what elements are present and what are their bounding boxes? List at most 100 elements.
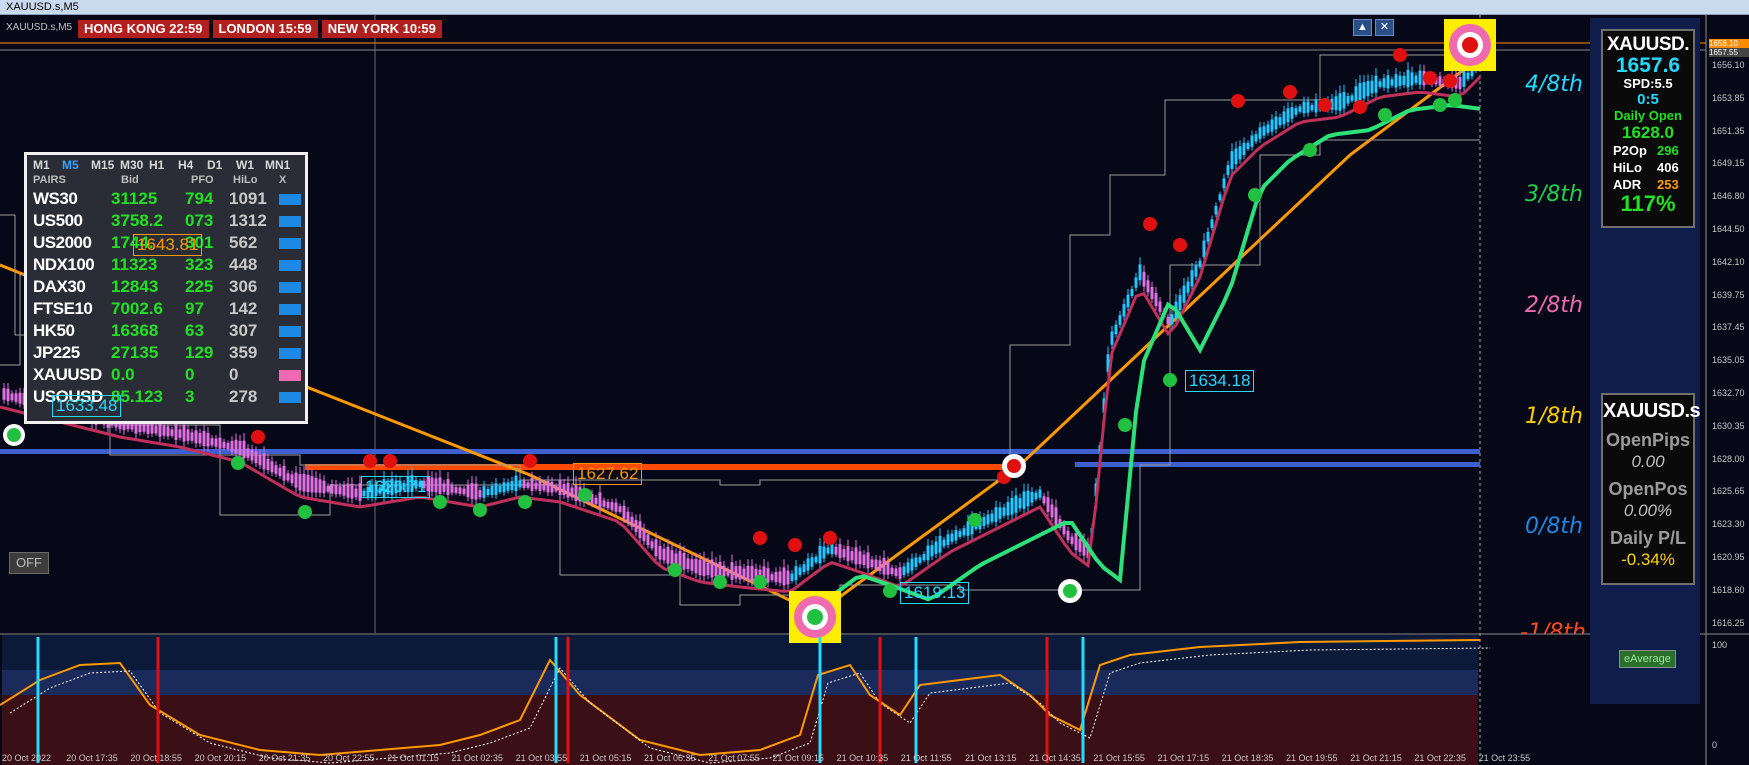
pair-color-swatch xyxy=(279,237,301,249)
pair-close-toggle[interactable] xyxy=(279,188,303,210)
candle-body xyxy=(642,528,646,542)
candle-body xyxy=(1202,240,1206,258)
pair-close-toggle[interactable] xyxy=(279,276,303,298)
candle-body xyxy=(182,424,186,442)
pair-name: XAUUSD xyxy=(33,365,102,384)
chart-symbol-label: XAUUSD.s,M5 xyxy=(6,22,73,33)
restore-button[interactable]: ▲ xyxy=(1353,19,1372,36)
candle-body xyxy=(1154,292,1158,307)
tf-h4[interactable]: H4 xyxy=(178,158,207,172)
tf-w1[interactable]: W1 xyxy=(236,158,265,172)
pair-close-toggle[interactable] xyxy=(279,254,303,276)
candle-body xyxy=(542,483,546,491)
pair-close-toggle[interactable] xyxy=(279,342,303,364)
candle-body xyxy=(802,564,806,573)
pair-row[interactable]: JP225 27135 129 359 xyxy=(27,342,305,364)
candle-body xyxy=(434,478,438,493)
tf-d1[interactable]: D1 xyxy=(207,158,236,172)
candle-body xyxy=(258,454,262,466)
pair-close-toggle[interactable] xyxy=(279,298,303,320)
murrey-level-4-8: 4/8th xyxy=(1525,72,1583,97)
eaverage-button[interactable]: eAverage xyxy=(1619,650,1676,668)
close-button[interactable]: ✕ xyxy=(1375,19,1394,36)
candle-body xyxy=(1030,491,1034,503)
candle-body xyxy=(626,511,630,523)
clock-hong-kong: HONG KONG 22:59 xyxy=(78,20,209,38)
pair-close-toggle[interactable] xyxy=(279,210,303,232)
candle-body xyxy=(570,487,574,498)
pivot-circle-low-inner xyxy=(1063,584,1077,598)
candle-body xyxy=(714,563,718,577)
header-pairs: PAIRS xyxy=(33,174,66,186)
pair-row[interactable]: DAX30 12843 225 306 xyxy=(27,276,305,298)
candle-body xyxy=(722,565,726,577)
candle-body xyxy=(942,539,946,547)
candle-body xyxy=(298,474,302,491)
candle-body xyxy=(1310,104,1314,111)
tf-m15[interactable]: M15 xyxy=(91,158,120,172)
candle-body xyxy=(890,567,894,575)
pair-close-toggle[interactable] xyxy=(279,320,303,342)
time-axis-label: 21 Oct 18:35 xyxy=(1221,753,1274,763)
candle-body xyxy=(1266,124,1270,133)
axis-current-bid: 1657.55 xyxy=(1709,48,1749,57)
tf-mn1[interactable]: MN1 xyxy=(265,158,294,172)
pair-hilo: 562 xyxy=(229,233,258,252)
candle-body xyxy=(818,545,822,564)
candle-body xyxy=(222,441,226,449)
candle-body xyxy=(1026,490,1030,507)
pair-pfo: 225 xyxy=(185,277,214,296)
sell-signal-dot xyxy=(1318,98,1332,112)
candle-body xyxy=(646,534,650,546)
price-tag-1627: 1627.62 xyxy=(573,463,643,485)
candle-body xyxy=(1066,530,1070,541)
pair-close-toggle[interactable] xyxy=(279,232,303,254)
pair-row[interactable]: NDX100 11323 323 448 xyxy=(27,254,305,276)
pair-close-toggle[interactable] xyxy=(279,364,303,386)
tf-h1[interactable]: H1 xyxy=(149,158,178,172)
pair-row[interactable]: FTSE10 7002.6 97 142 xyxy=(27,298,305,320)
pair-row[interactable]: WS30 31125 794 1091 xyxy=(27,188,305,210)
open-pos-label: OpenPos xyxy=(1608,479,1688,499)
candle-body xyxy=(698,559,702,576)
tf-m30[interactable]: M30 xyxy=(120,158,149,172)
price-axis-label: 1653.85 xyxy=(1712,92,1745,103)
pair-row[interactable]: US500 3758.2 073 1312 xyxy=(27,210,305,232)
candle-body xyxy=(470,483,474,499)
buy-signal-dot xyxy=(1303,143,1317,157)
candle-body xyxy=(1170,314,1174,325)
candle-body xyxy=(938,535,942,553)
candle-body xyxy=(662,548,666,561)
candle-body xyxy=(906,562,910,573)
tf-m5[interactable]: M5 xyxy=(62,158,91,172)
axis-current-ask: 1658.10 xyxy=(1709,39,1749,48)
candle-body xyxy=(670,550,674,565)
tf-m1[interactable]: M1 xyxy=(33,158,62,172)
candle-body xyxy=(950,533,954,542)
candle-body xyxy=(462,488,466,495)
candle-body xyxy=(442,483,446,492)
candle-body xyxy=(734,566,738,579)
pair-row[interactable]: XAUUSD 0.0 0 0 xyxy=(27,364,305,386)
candle-body xyxy=(1222,178,1226,189)
candle-body xyxy=(186,429,190,441)
pair-color-swatch xyxy=(279,391,301,403)
time-axis-label: 21 Oct 23:55 xyxy=(1478,753,1531,763)
info-adr-percent: 117% xyxy=(1620,191,1676,216)
buy-signal-dot xyxy=(1378,108,1392,122)
candle-body xyxy=(794,566,798,581)
pair-name: DAX30 xyxy=(33,277,86,296)
off-button[interactable]: OFF xyxy=(9,552,49,574)
candle-body xyxy=(510,480,514,491)
pair-row[interactable]: HK50 16368 63 307 xyxy=(27,320,305,342)
candle-body xyxy=(314,477,318,493)
candle-body xyxy=(946,534,950,545)
candle-body xyxy=(1366,81,1370,96)
pair-hilo: 448 xyxy=(229,255,258,274)
pair-close-toggle[interactable] xyxy=(279,386,303,408)
candle-body xyxy=(538,480,542,491)
pair-pfo: 129 xyxy=(185,343,214,362)
candle-body xyxy=(486,488,490,496)
candle-body xyxy=(1298,106,1302,112)
candle-body xyxy=(446,479,450,495)
